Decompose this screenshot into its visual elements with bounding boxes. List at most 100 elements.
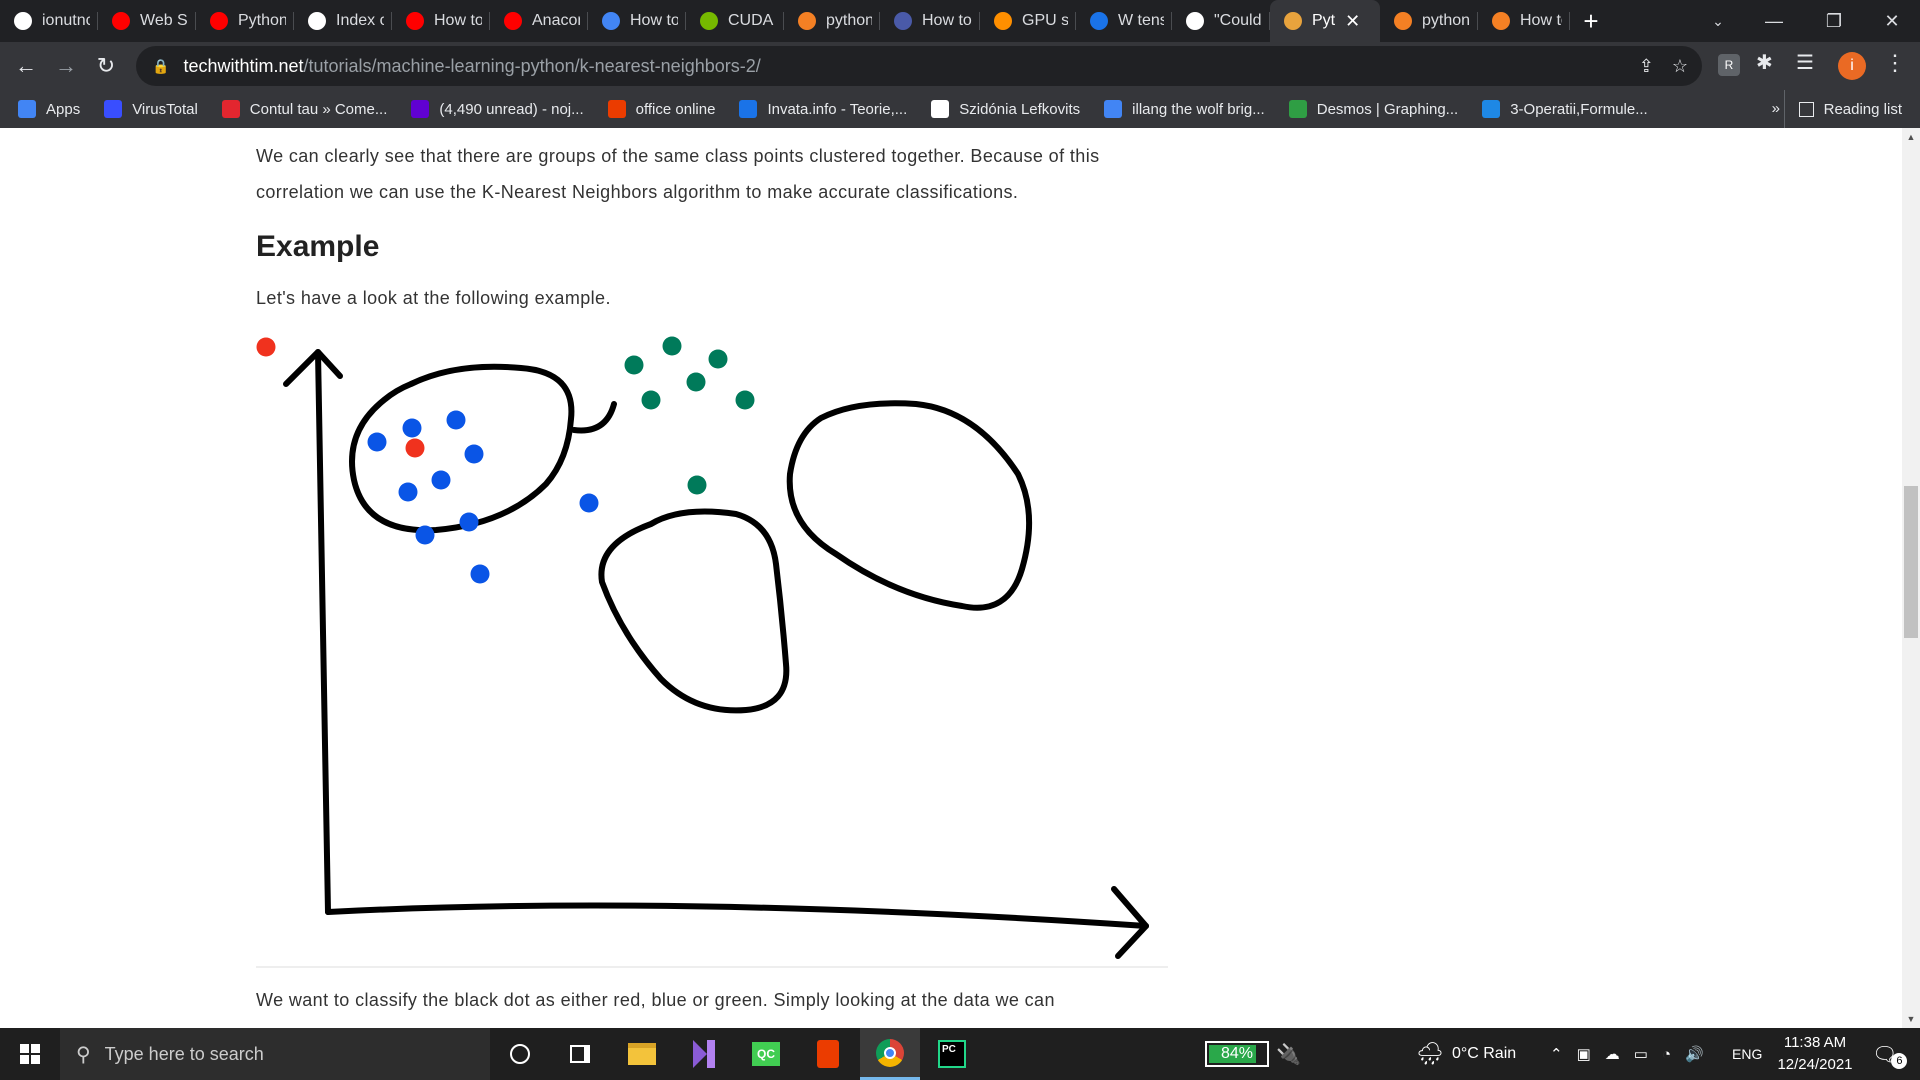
tab-title: Pyt xyxy=(1312,12,1336,29)
office-icon[interactable] xyxy=(798,1028,858,1080)
system-tray: ⌃ ▣ ☁ ▭ ◔ 🔊 xyxy=(1550,1028,1704,1080)
browser-tab[interactable]: GPU su xyxy=(980,0,1076,42)
browser-tab[interactable]: W tens xyxy=(1076,0,1172,42)
reload-button[interactable]: ↻ xyxy=(86,46,126,86)
chevron-up-icon[interactable]: ⌃ xyxy=(1550,1045,1563,1063)
bookmark-label: Desmos | Graphing... xyxy=(1316,100,1459,118)
reading-list-button[interactable]: Reading list xyxy=(1783,90,1902,128)
extensions-puzzle-icon[interactable]: ✱ xyxy=(1756,50,1773,75)
weather-widget[interactable]: 🌧 0°C Rain xyxy=(1416,1028,1516,1080)
tab-title: Anacon xyxy=(532,12,580,29)
bookmark-item[interactable]: Szidónia Lefkovits xyxy=(931,100,1080,118)
start-button[interactable] xyxy=(0,1028,60,1080)
google-icon xyxy=(1104,100,1123,118)
task-view-icon[interactable] xyxy=(550,1028,610,1080)
bookmark-item[interactable]: Invata.info - Teorie,... xyxy=(739,100,907,118)
cortana-icon[interactable] xyxy=(490,1028,550,1080)
reading-list-label: Reading list xyxy=(1823,100,1902,118)
bookmark-label: Contul tau » Come... xyxy=(249,100,388,118)
tab-search-icon[interactable]: ⌄ xyxy=(1690,0,1746,42)
browser-tab[interactable]: ionutnc xyxy=(0,0,98,42)
share-icon[interactable]: ⇪ xyxy=(1639,56,1654,77)
bookmark-item[interactable]: Desmos | Graphing... xyxy=(1288,100,1459,118)
bookmark-label: (4,490 unread) - noj... xyxy=(439,100,584,118)
browser-tab[interactable]: python xyxy=(784,0,880,42)
chrome-icon[interactable] xyxy=(860,1028,920,1080)
extension-icon[interactable]: R xyxy=(1718,54,1740,76)
bookmarks-overflow-button[interactable]: » xyxy=(1772,90,1780,128)
taskbar-search-box[interactable]: ⚲ Type here to search xyxy=(60,1028,490,1080)
page-scrollbar[interactable]: ▲ ▼ xyxy=(1902,128,1920,1028)
knn-sketch xyxy=(104,214,1149,959)
stackoverflow-icon xyxy=(798,12,816,30)
address-bar[interactable]: 🔒 techwithtim.net/tutorials/machine-lear… xyxy=(136,46,1702,86)
notification-center-button[interactable]: 🗨 6 xyxy=(1872,1028,1908,1080)
forward-button[interactable]: → xyxy=(46,46,86,86)
blue-data-point xyxy=(464,444,484,464)
bookmark-item[interactable]: 3-Operatii,Formule... xyxy=(1482,100,1648,118)
tab-title: "Could xyxy=(1214,12,1262,29)
browser-tab[interactable]: How to xyxy=(392,0,490,42)
scroll-down-arrow[interactable]: ▼ xyxy=(1902,1010,1920,1028)
clock[interactable]: 11:38 AM 12/24/2021 xyxy=(1760,1032,1870,1076)
visual-studio-icon[interactable] xyxy=(674,1028,734,1080)
browser-tab[interactable]: How to xyxy=(880,0,980,42)
browser-tab[interactable]: Web Sc xyxy=(98,0,196,42)
bookmark-label: Szidónia Lefkovits xyxy=(959,100,1081,118)
scroll-up-arrow[interactable]: ▲ xyxy=(1902,128,1920,146)
battery-percent: 84% xyxy=(1220,1045,1254,1062)
bookmark-label: illang the wolf brig... xyxy=(1132,100,1265,118)
wifi-icon[interactable]: ◔ xyxy=(1662,1046,1671,1063)
media-control-icon[interactable]: ☰ xyxy=(1796,50,1814,75)
bookmark-item[interactable]: Contul tau » Come... xyxy=(221,100,388,118)
file-explorer-icon[interactable] xyxy=(612,1028,672,1080)
browser-tab[interactable]: Pyt ✕ xyxy=(1270,0,1380,42)
qt-creator-icon[interactable]: QC xyxy=(736,1028,796,1080)
minimize-button[interactable]: — xyxy=(1746,0,1802,42)
virustotal-icon xyxy=(104,100,123,118)
browser-tab[interactable]: How to xyxy=(588,0,686,42)
bookmark-item[interactable]: (4,490 unread) - noj... xyxy=(411,100,584,118)
tab-close-icon[interactable]: ✕ xyxy=(1345,11,1360,32)
blue-cluster-outline xyxy=(598,508,790,714)
back-button[interactable]: ← xyxy=(6,46,46,86)
omnibox-actions: ⇪ ☆ xyxy=(1639,46,1688,86)
browser-tab[interactable]: CUDA T xyxy=(686,0,784,42)
onedrive-icon[interactable]: ☁ xyxy=(1605,1045,1620,1063)
red-data-point xyxy=(256,337,276,357)
tab-strip: ionutnc Web Sc Python Index o How to Anacon Ho… xyxy=(0,0,1920,42)
new-tab-button[interactable]: + xyxy=(1570,6,1612,37)
bookmark-star-icon[interactable]: ☆ xyxy=(1672,56,1688,77)
language-indicator[interactable]: ENG xyxy=(1732,1028,1762,1080)
browser-tab[interactable]: Index o xyxy=(294,0,392,42)
lock-icon[interactable]: 🔒 xyxy=(152,58,169,75)
bookmark-item[interactable]: VirusTotal xyxy=(104,100,198,118)
youtube-icon xyxy=(504,12,522,30)
dots-icon xyxy=(602,12,620,30)
profile-avatar[interactable]: i xyxy=(1838,52,1866,80)
bookmark-item[interactable]: illang the wolf brig... xyxy=(1104,100,1265,118)
browser-tab[interactable]: "Could xyxy=(1172,0,1270,42)
battery-icon[interactable]: ▭ xyxy=(1634,1045,1648,1063)
pycharm-icon[interactable]: PC xyxy=(922,1028,982,1080)
bookmark-item[interactable]: Apps xyxy=(18,100,80,118)
paragraph-classify: We want to classify the black dot as eit… xyxy=(256,990,1055,1010)
green-data-point xyxy=(641,390,661,410)
search-icon: ⚲ xyxy=(76,1043,91,1066)
tensorflow-icon xyxy=(994,12,1012,30)
s-icon xyxy=(1482,100,1501,118)
menu-kebab-icon[interactable]: ⋮ xyxy=(1884,50,1906,76)
bookmark-item[interactable]: office online xyxy=(607,100,715,118)
close-window-button[interactable]: ✕ xyxy=(1864,0,1920,42)
browser-tab[interactable]: Python xyxy=(196,0,294,42)
circle-icon xyxy=(1090,12,1108,30)
volume-icon[interactable]: 🔊 xyxy=(1685,1045,1704,1063)
scroll-thumb[interactable] xyxy=(1904,486,1918,638)
emag-icon xyxy=(221,100,240,118)
battery-indicator[interactable]: 84% xyxy=(1205,1041,1269,1067)
browser-tab[interactable]: Anacon xyxy=(490,0,588,42)
meet-now-icon[interactable]: ▣ xyxy=(1577,1045,1591,1063)
browser-tab[interactable]: How to xyxy=(1478,0,1570,42)
browser-tab[interactable]: python xyxy=(1380,0,1478,42)
restore-button[interactable]: ❐ xyxy=(1806,0,1862,42)
